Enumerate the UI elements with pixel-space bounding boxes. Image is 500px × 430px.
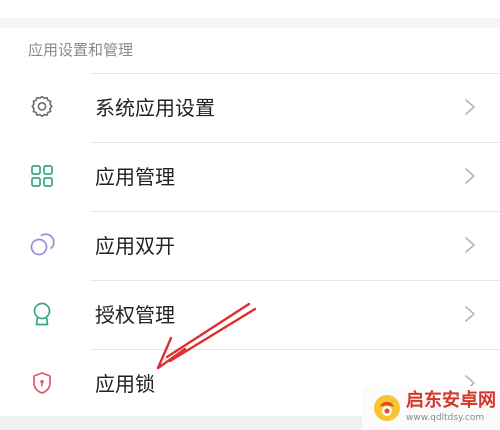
divider [90,142,500,143]
watermark: 启东安卓网 www.qdltdsy.com [362,386,500,430]
item-label: 应用锁 [95,372,155,396]
watermark-title: 启东安卓网 [406,390,496,411]
divider [90,73,500,74]
chevron-right-icon [463,236,477,254]
watermark-url: www.qdltdsy.com [406,413,485,423]
chevron-right-icon [463,167,477,185]
grid-apps-icon [28,162,56,190]
watermark-logo-icon [372,393,402,423]
top-card [0,0,500,18]
item-label: 应用双开 [95,234,175,258]
divider [90,280,500,281]
chevron-right-icon [463,305,477,323]
section-title: 应用设置和管理 [28,41,134,59]
settings-item-permission-management[interactable]: 授权管理 [0,280,500,348]
badge-icon [28,300,56,328]
settings-item-system-app-settings[interactable]: 系统应用设置 [0,73,500,141]
chevron-right-icon [463,98,477,116]
shield-lock-icon [28,369,56,397]
item-label: 应用管理 [95,165,175,189]
divider [90,349,500,350]
divider [90,211,500,212]
settings-item-app-management[interactable]: 应用管理 [0,142,500,210]
item-label: 授权管理 [95,303,175,327]
gear-icon [28,93,56,121]
dual-circles-icon [28,231,56,259]
settings-item-dual-apps[interactable]: 应用双开 [0,211,500,279]
item-label: 系统应用设置 [95,96,215,120]
settings-card: 应用设置和管理 系统应用设置 应用管理 应用双开 授权管理 应用锁 [0,28,500,416]
